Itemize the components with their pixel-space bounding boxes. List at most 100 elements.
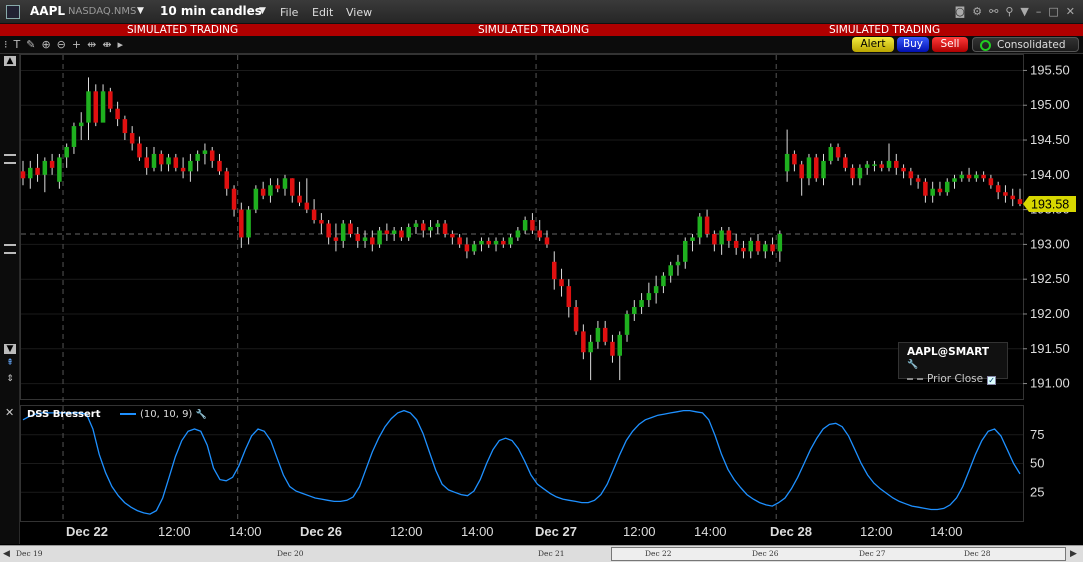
pane-size-icon[interactable]: ⇕ <box>4 374 16 384</box>
zoom-out-icon[interactable]: ⊖ <box>57 38 66 51</box>
window-titlebar: AAPL NASDAQ.NMS ▼ 10 min candles ▼ File … <box>0 0 1083 24</box>
candle-down <box>988 178 994 186</box>
arrow-right-icon[interactable]: ▸ <box>118 38 124 51</box>
candle-down <box>915 178 921 182</box>
settings-gear-icon[interactable]: ⚙ <box>972 5 982 18</box>
candle-up <box>959 174 965 179</box>
exchange-label[interactable]: NASDAQ.NMS <box>68 6 136 17</box>
candle-up <box>508 237 513 245</box>
time-navigator[interactable]: ◀ Dec 19 Dec 20 Dec 21 Dec 22 Dec 26 Dec… <box>0 545 1083 562</box>
compress-horizontal-icon[interactable]: ⇼ <box>102 38 111 51</box>
indicator-name[interactable]: DSS Bressert <box>27 409 100 420</box>
candle-up <box>71 126 77 147</box>
minimize-icon[interactable]: – <box>1036 5 1042 18</box>
link-icon[interactable]: ⚯ <box>989 5 998 18</box>
candle-up <box>661 275 666 287</box>
candle-up <box>522 220 528 231</box>
screenshot-icon[interactable]: ◙ <box>955 5 966 18</box>
text-tool-icon[interactable]: T <box>14 38 21 51</box>
symbol-label[interactable]: AAPL <box>30 4 65 18</box>
candle-down <box>937 188 943 193</box>
symbol-dropdown-icon[interactable]: ▼ <box>137 6 144 16</box>
price-axis-label: 195.50 <box>1030 62 1070 77</box>
legend-wrench-icon[interactable]: 🔧 <box>907 360 918 370</box>
candle-down <box>726 230 732 241</box>
candle-down <box>457 237 462 245</box>
sell-button[interactable]: Sell <box>932 37 968 52</box>
dss-axis-label: 25 <box>1030 484 1044 499</box>
nav-label: Dec 21 <box>538 549 565 558</box>
prior-close-swatch <box>907 378 923 380</box>
candle-up <box>406 227 411 238</box>
maximize-icon[interactable]: □ <box>1048 5 1058 18</box>
candle-down <box>20 171 26 179</box>
menu-view[interactable]: View <box>346 6 372 19</box>
candle-up <box>748 240 753 252</box>
indicator-wrench-icon[interactable]: 🔧 <box>196 410 207 420</box>
candle-up <box>78 122 84 127</box>
current-price-label: 193.58 <box>1031 198 1069 212</box>
crosshair-icon[interactable]: + <box>72 38 81 51</box>
pane-tool-icon[interactable]: ⇞ <box>4 358 16 368</box>
upper-scroll-handle[interactable] <box>4 154 16 164</box>
candle-up <box>166 157 171 165</box>
time-axis-label: 14:00 <box>930 524 963 539</box>
scroll-up-icon[interactable]: ▲ <box>4 56 16 66</box>
candle-down <box>399 230 404 238</box>
candle-down <box>122 119 128 134</box>
nav-label: Dec 26 <box>752 549 779 558</box>
chart-area[interactable]: 195.50195.00194.50194.00193.50193.00192.… <box>20 54 1083 545</box>
candle-down <box>530 220 535 231</box>
candle-down <box>35 167 40 175</box>
candle-down <box>835 146 841 158</box>
close-icon[interactable]: ✕ <box>1066 5 1075 18</box>
scroll-down-icon[interactable]: ▼ <box>4 344 16 354</box>
expand-horizontal-icon[interactable]: ⇹ <box>87 38 96 51</box>
consolidated-button[interactable]: Consolidated <box>972 37 1079 52</box>
candle-up <box>632 307 637 314</box>
interval-dropdown-icon[interactable]: ▼ <box>259 6 266 16</box>
candle-down <box>843 157 848 168</box>
interval-selector[interactable]: 10 min candles <box>160 4 262 18</box>
candle-up <box>624 313 630 335</box>
candle-down <box>173 157 179 168</box>
remove-indicator-icon[interactable]: ✕ <box>5 406 14 419</box>
window-menu-caret-icon[interactable]: ▼ <box>1020 5 1028 18</box>
price-axis-label: 195.00 <box>1030 97 1070 112</box>
candle-up <box>42 160 48 175</box>
alert-button[interactable]: Alert <box>852 37 894 52</box>
candle-up <box>690 237 695 241</box>
candle-down <box>894 160 899 168</box>
candle-down <box>129 133 135 144</box>
pin-icon[interactable]: ⚲ <box>1005 5 1013 18</box>
sim-banner-left: SIMULATED TRADING <box>127 24 239 36</box>
candle-down <box>326 223 331 238</box>
navigator-right-icon[interactable]: ▶ <box>1070 549 1077 559</box>
bar-style-icon[interactable]: ⁝ <box>4 38 8 51</box>
candle-up <box>930 188 935 196</box>
menu-edit[interactable]: Edit <box>312 6 333 19</box>
candle-up <box>471 244 477 252</box>
nav-label: Dec 22 <box>645 549 672 558</box>
candle-down <box>231 188 237 210</box>
candle-up <box>413 223 419 227</box>
lower-scroll-handle[interactable] <box>4 244 16 254</box>
prior-close-checkbox[interactable]: ✓ <box>987 376 997 385</box>
candle-down <box>115 108 120 120</box>
candle-down <box>348 223 353 234</box>
menu-file[interactable]: File <box>280 6 298 19</box>
drawing-tool-icon[interactable]: ✎ <box>26 38 35 51</box>
price-axis-label: 193.00 <box>1030 236 1070 251</box>
app-logo-icon <box>6 5 20 19</box>
zoom-in-icon[interactable]: ⊕ <box>41 38 50 51</box>
candle-up <box>944 181 950 193</box>
navigator-left-icon[interactable]: ◀ <box>3 549 10 559</box>
candle-up <box>64 146 69 158</box>
legend-contract[interactable]: AAPL@SMART <box>907 346 989 358</box>
navigator-thumb[interactable] <box>611 547 1066 561</box>
indicator-params[interactable]: (10, 10, 9) 🔧 <box>120 409 207 420</box>
price-axis-label: 191.00 <box>1030 376 1070 391</box>
buy-button[interactable]: Buy <box>897 37 929 52</box>
candle-up <box>974 174 979 179</box>
time-axis-label: Dec 26 <box>300 524 342 539</box>
